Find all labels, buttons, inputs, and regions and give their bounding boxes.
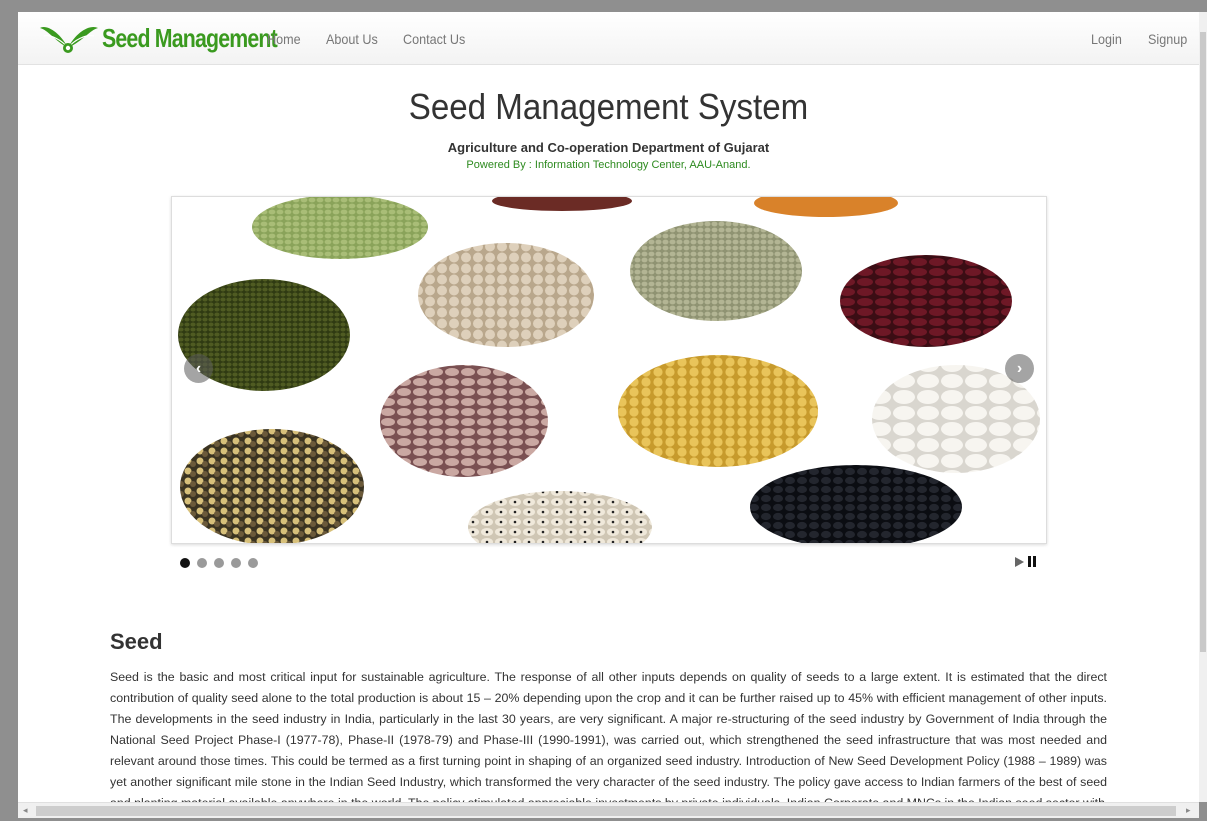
vertical-scrollbar[interactable] — [1199, 12, 1207, 802]
nav-login-link[interactable]: Login — [1091, 31, 1122, 47]
carousel-next-button[interactable]: › — [1005, 354, 1034, 383]
carousel-play-controls — [1015, 556, 1036, 567]
navbar: Seed Management Home About Us Contact Us… — [18, 12, 1199, 65]
page-subtitle: Agriculture and Co-operation Department … — [447, 140, 770, 155]
carousel-indicators — [180, 558, 258, 568]
nav-contact-us-link[interactable]: Contact Us — [403, 31, 465, 47]
powered-by-text: Powered By : Information Technology Cent… — [466, 159, 751, 171]
scroll-left-arrow-icon[interactable]: ◂ — [23, 805, 28, 816]
brand-name: Seed Management — [102, 22, 278, 53]
chevron-left-icon: ‹ — [195, 359, 202, 377]
nav-home-link[interactable]: Home — [267, 31, 301, 47]
seed-section-title: Seed — [110, 629, 163, 654]
nav-about-us-link[interactable]: About Us — [326, 31, 378, 47]
carousel-dot[interactable] — [180, 558, 190, 568]
horizontal-scrollbar[interactable]: ◂ ▸ — [18, 802, 1199, 818]
seed-varieties-image — [172, 197, 1046, 543]
play-icon[interactable] — [1015, 556, 1024, 567]
carousel-prev-button[interactable]: ‹ — [184, 354, 213, 383]
browser-window: Seed Management Home About Us Contact Us… — [18, 12, 1207, 802]
nav-signup-link[interactable]: Signup — [1148, 31, 1187, 47]
chevron-right-icon: › — [1016, 359, 1023, 377]
carousel-dot[interactable] — [197, 558, 207, 568]
scroll-right-arrow-icon[interactable]: ▸ — [1186, 805, 1191, 816]
carousel-dot[interactable] — [214, 558, 224, 568]
seed-section-body: Seed is the basic and most critical inpu… — [110, 670, 1107, 802]
leaf-logo-icon — [40, 26, 98, 53]
pause-icon[interactable] — [1028, 556, 1036, 567]
page-title: Seed Management System — [408, 86, 809, 127]
carousel-dot[interactable] — [248, 558, 258, 568]
horizontal-scrollbar-thumb[interactable] — [36, 806, 1176, 816]
vertical-scrollbar-thumb[interactable] — [1200, 32, 1206, 652]
carousel-dot[interactable] — [231, 558, 241, 568]
seed-image-carousel[interactable]: ‹ › — [171, 196, 1047, 544]
